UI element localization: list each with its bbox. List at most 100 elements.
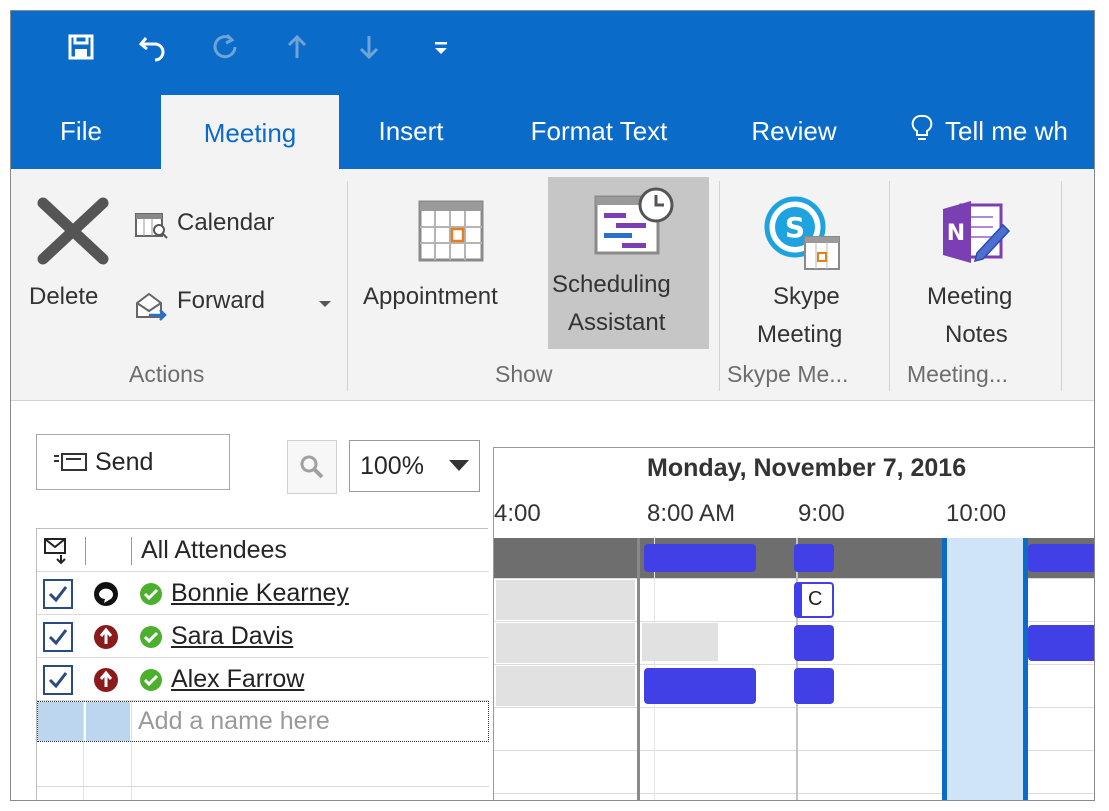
busy-block (794, 625, 834, 661)
scheduling-assistant-icon (594, 187, 674, 255)
group-label-actions: Actions (129, 361, 205, 387)
scheduling-assistant-button[interactable]: Scheduling Assistant (548, 177, 709, 349)
quick-access-toolbar (11, 11, 1094, 93)
tab-file-label: File (60, 115, 102, 146)
tentative-busy-block: C (794, 582, 834, 618)
ribbon-separator (347, 181, 348, 391)
selection-cell (38, 702, 84, 741)
busy-block (1028, 625, 1094, 661)
out-of-hours-block (496, 623, 635, 663)
save-icon[interactable] (61, 27, 101, 67)
busy-block (794, 668, 834, 704)
appointment-button[interactable]: Appointment (361, 189, 541, 319)
tab-meeting-label: Meeting (203, 117, 297, 148)
attendee-row[interactable]: Bonnie Kearney (37, 572, 489, 615)
required-attendee-icon (93, 615, 119, 658)
empty-row (37, 744, 489, 787)
calendar-button[interactable]: Calendar (133, 205, 303, 245)
appointment-label: Appointment (363, 283, 498, 310)
magnifier-icon (300, 455, 324, 479)
zoom-value: 100% (360, 451, 424, 480)
group-label-show: Show (495, 361, 553, 387)
ribbon-tabs: File Meeting Insert Format Text Review T… (11, 93, 1094, 171)
ribbon-separator (889, 181, 890, 391)
delete-button[interactable]: Delete (21, 189, 121, 319)
out-of-hours-block (496, 580, 635, 620)
forward-label: Forward (177, 287, 266, 314)
attendee-checkbox[interactable] (43, 572, 73, 615)
send-button[interactable]: Send (36, 434, 230, 490)
attendee-name[interactable]: Alex Farrow (171, 658, 304, 701)
skype-meeting-button[interactable]: S Skype Meeting (727, 189, 895, 359)
attendee-checkbox[interactable] (43, 615, 73, 658)
meeting-time-selection[interactable] (942, 538, 1028, 800)
attendee-checkbox[interactable] (43, 658, 73, 701)
notes-label-line2: Notes (945, 321, 1008, 348)
tab-meeting[interactable]: Meeting (161, 95, 339, 171)
time-label: 9:00 (798, 500, 845, 527)
accepted-icon (139, 615, 163, 658)
chevron-down-icon (449, 460, 469, 471)
time-label: 4:00 (494, 500, 541, 527)
next-item-icon[interactable] (349, 27, 389, 67)
onenote-icon: N (943, 201, 1011, 263)
timeline-date: Monday, November 7, 2016 (647, 454, 967, 482)
ribbon-panel: Delete Calendar Forward Actions Appointm… (11, 169, 1094, 401)
attendee-row[interactable]: Alex Farrow (37, 658, 489, 701)
organizer-icon (93, 572, 119, 615)
attendee-row[interactable]: Sara Davis (37, 615, 489, 658)
notes-label-line1: Meeting (927, 283, 1013, 310)
busy-block (644, 544, 756, 572)
meeting-notes-button[interactable]: N Meeting Notes (903, 189, 1053, 359)
attendee-name[interactable]: Bonnie Kearney (171, 572, 349, 615)
forward-dropdown-icon[interactable] (319, 301, 331, 307)
tab-review[interactable]: Review (735, 93, 853, 169)
attendee-header-row: All Attendees (37, 529, 489, 572)
send-label: Send (95, 447, 154, 476)
tab-insert[interactable]: Insert (361, 93, 461, 169)
delete-icon (37, 197, 109, 265)
response-header-icon[interactable] (43, 529, 83, 572)
add-attendee-row[interactable]: Add a name here (37, 701, 489, 742)
delete-label: Delete (29, 283, 99, 310)
scheduling-pane: Send 100% All Attendees Bonnie Kearney S… (11, 402, 1094, 800)
customize-toolbar-icon[interactable] (421, 27, 461, 67)
redo-icon[interactable] (205, 27, 245, 67)
busy-block (794, 544, 834, 572)
tell-me-label: Tell me wh (945, 115, 1068, 146)
previous-item-icon[interactable] (277, 27, 317, 67)
busy-block (644, 668, 756, 704)
tentative-block (642, 623, 718, 661)
zoom-button[interactable] (287, 440, 337, 494)
tab-tell-me[interactable]: Tell me wh (911, 93, 1094, 169)
calendar-label: Calendar (177, 209, 275, 236)
accepted-icon (139, 658, 163, 701)
scheduling-label-line1: Scheduling (552, 271, 671, 298)
scheduling-label-line2: Assistant (568, 309, 666, 336)
tab-format-text[interactable]: Format Text (507, 93, 691, 169)
add-name-input[interactable]: Add a name here (138, 702, 330, 741)
time-label: 8:00 AM (647, 500, 736, 527)
tab-insert-label: Insert (378, 115, 444, 146)
outlook-meeting-window: File Meeting Insert Format Text Review T… (10, 10, 1095, 801)
busy-block (1028, 544, 1094, 572)
appointment-icon (418, 200, 484, 262)
undo-icon[interactable] (133, 27, 173, 67)
tab-format-text-label: Format Text (530, 115, 668, 146)
selection-cell (86, 702, 130, 741)
time-label: 10:00 (946, 500, 1007, 527)
schedule-timeline[interactable]: Monday, November 7, 2016 4:00 8:00 AM 9:… (493, 447, 1094, 800)
tab-file[interactable]: File (41, 93, 121, 169)
svg-text:N: N (947, 221, 965, 246)
skype-label-line2: Meeting (757, 321, 843, 348)
zoom-select[interactable]: 100% (349, 440, 480, 492)
tab-review-label: Review (751, 115, 837, 146)
attendee-list: All Attendees Bonnie Kearney Sara Davis … (36, 528, 489, 800)
ribbon-separator (719, 181, 720, 391)
all-attendees-label: All Attendees (141, 536, 287, 564)
forward-button[interactable]: Forward (133, 283, 333, 323)
lightbulb-icon (911, 113, 933, 150)
svg-text:S: S (785, 211, 805, 244)
tentative-badge: C (808, 588, 823, 610)
attendee-name[interactable]: Sara Davis (171, 615, 293, 658)
